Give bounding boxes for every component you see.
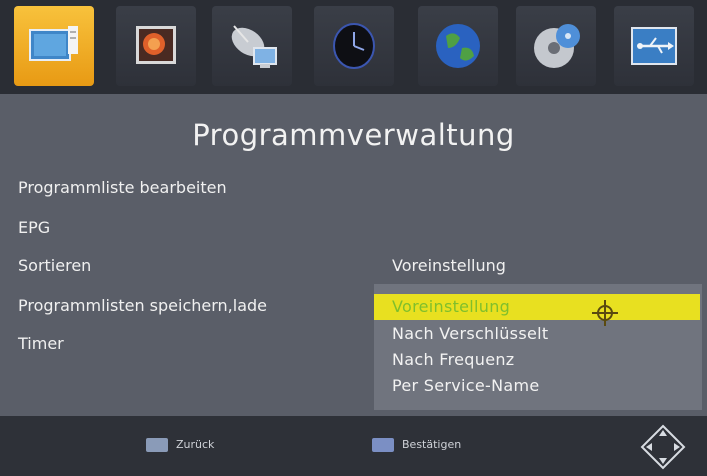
back-label: Zurück <box>176 438 215 451</box>
tv-program-icon <box>29 26 78 61</box>
footer-bar: Zurück Bestätigen <box>0 416 707 476</box>
dropdown-option-label: Voreinstellung <box>392 297 511 316</box>
menu-item-timer[interactable]: Timer <box>18 334 64 353</box>
page-title: Programmverwaltung <box>192 118 515 152</box>
ok-key-icon <box>372 438 394 452</box>
menu-item-save-load-lists[interactable]: Programmlisten speichern,lade <box>18 296 267 315</box>
globe-icon <box>436 24 480 68</box>
dropdown-option-by-encryption[interactable]: Nach Verschlüsselt <box>392 324 548 343</box>
back-hint[interactable]: Zurück <box>146 438 214 452</box>
top-icon-bar <box>0 0 707 94</box>
tv-menu-screen: Programmverwaltung Programmliste bearbei… <box>0 0 707 476</box>
usb-icon <box>631 27 677 65</box>
dpad-icon <box>640 424 686 470</box>
confirm-label: Bestätigen <box>402 438 462 451</box>
picture-icon <box>136 26 176 64</box>
tab-media[interactable] <box>516 6 596 86</box>
dropdown-option-by-service-name[interactable]: Per Service-Name <box>392 376 540 395</box>
disc-icon <box>534 24 580 68</box>
exit-key-icon <box>146 438 168 452</box>
menu-item-edit-program-list[interactable]: Programmliste bearbeiten <box>18 178 227 197</box>
satellite-dish-icon <box>231 25 277 68</box>
crosshair-cursor-icon <box>592 300 618 326</box>
tab-usb[interactable] <box>614 6 694 86</box>
menu-item-epg[interactable]: EPG <box>18 218 50 237</box>
sort-current-value: Voreinstellung <box>392 256 506 275</box>
sort-dropdown: Voreinstellung Nach Verschlüsselt Nach F… <box>374 284 702 410</box>
tab-picture[interactable] <box>116 6 196 86</box>
dropdown-option-by-frequency[interactable]: Nach Frequenz <box>392 350 515 369</box>
tab-installation[interactable] <box>212 6 292 86</box>
tab-program-management[interactable] <box>14 6 94 86</box>
tab-time[interactable] <box>314 6 394 86</box>
clock-icon <box>333 23 375 69</box>
dropdown-option-default[interactable]: Voreinstellung <box>374 294 700 320</box>
menu-item-sort[interactable]: Sortieren <box>18 256 91 275</box>
confirm-hint[interactable]: Bestätigen <box>372 438 461 452</box>
tab-network[interactable] <box>418 6 498 86</box>
